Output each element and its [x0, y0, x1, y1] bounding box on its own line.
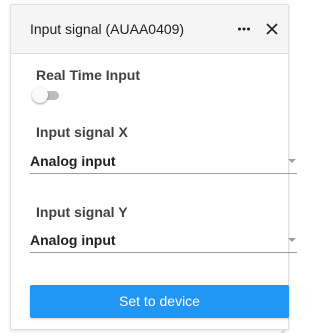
chevron-down-icon: [288, 159, 296, 163]
input-signal-x-value: Analog input: [30, 153, 116, 169]
input-signal-y-select[interactable]: Analog input: [30, 229, 297, 253]
real-time-input-label: Real Time Input: [36, 67, 140, 83]
panel-header: Input signal (AUAA0409): [11, 5, 288, 54]
resize-grip-icon[interactable]: [280, 321, 286, 334]
chevron-down-icon: [288, 238, 296, 242]
close-icon[interactable]: [263, 20, 281, 38]
set-to-device-button[interactable]: Set to device: [30, 285, 289, 318]
panel-title: Input signal (AUAA0409): [30, 21, 185, 37]
real-time-input-toggle[interactable]: [32, 86, 64, 104]
more-horizontal-icon[interactable]: [235, 20, 253, 38]
input-signal-panel: Input signal (AUAA0409) Real Time Input …: [10, 4, 297, 334]
input-signal-y-label: Input signal Y: [36, 204, 128, 220]
input-signal-x-label: Input signal X: [36, 124, 128, 140]
input-signal-y-value: Analog input: [30, 232, 116, 248]
toggle-thumb: [32, 87, 48, 103]
input-signal-x-select[interactable]: Analog input: [30, 150, 297, 174]
